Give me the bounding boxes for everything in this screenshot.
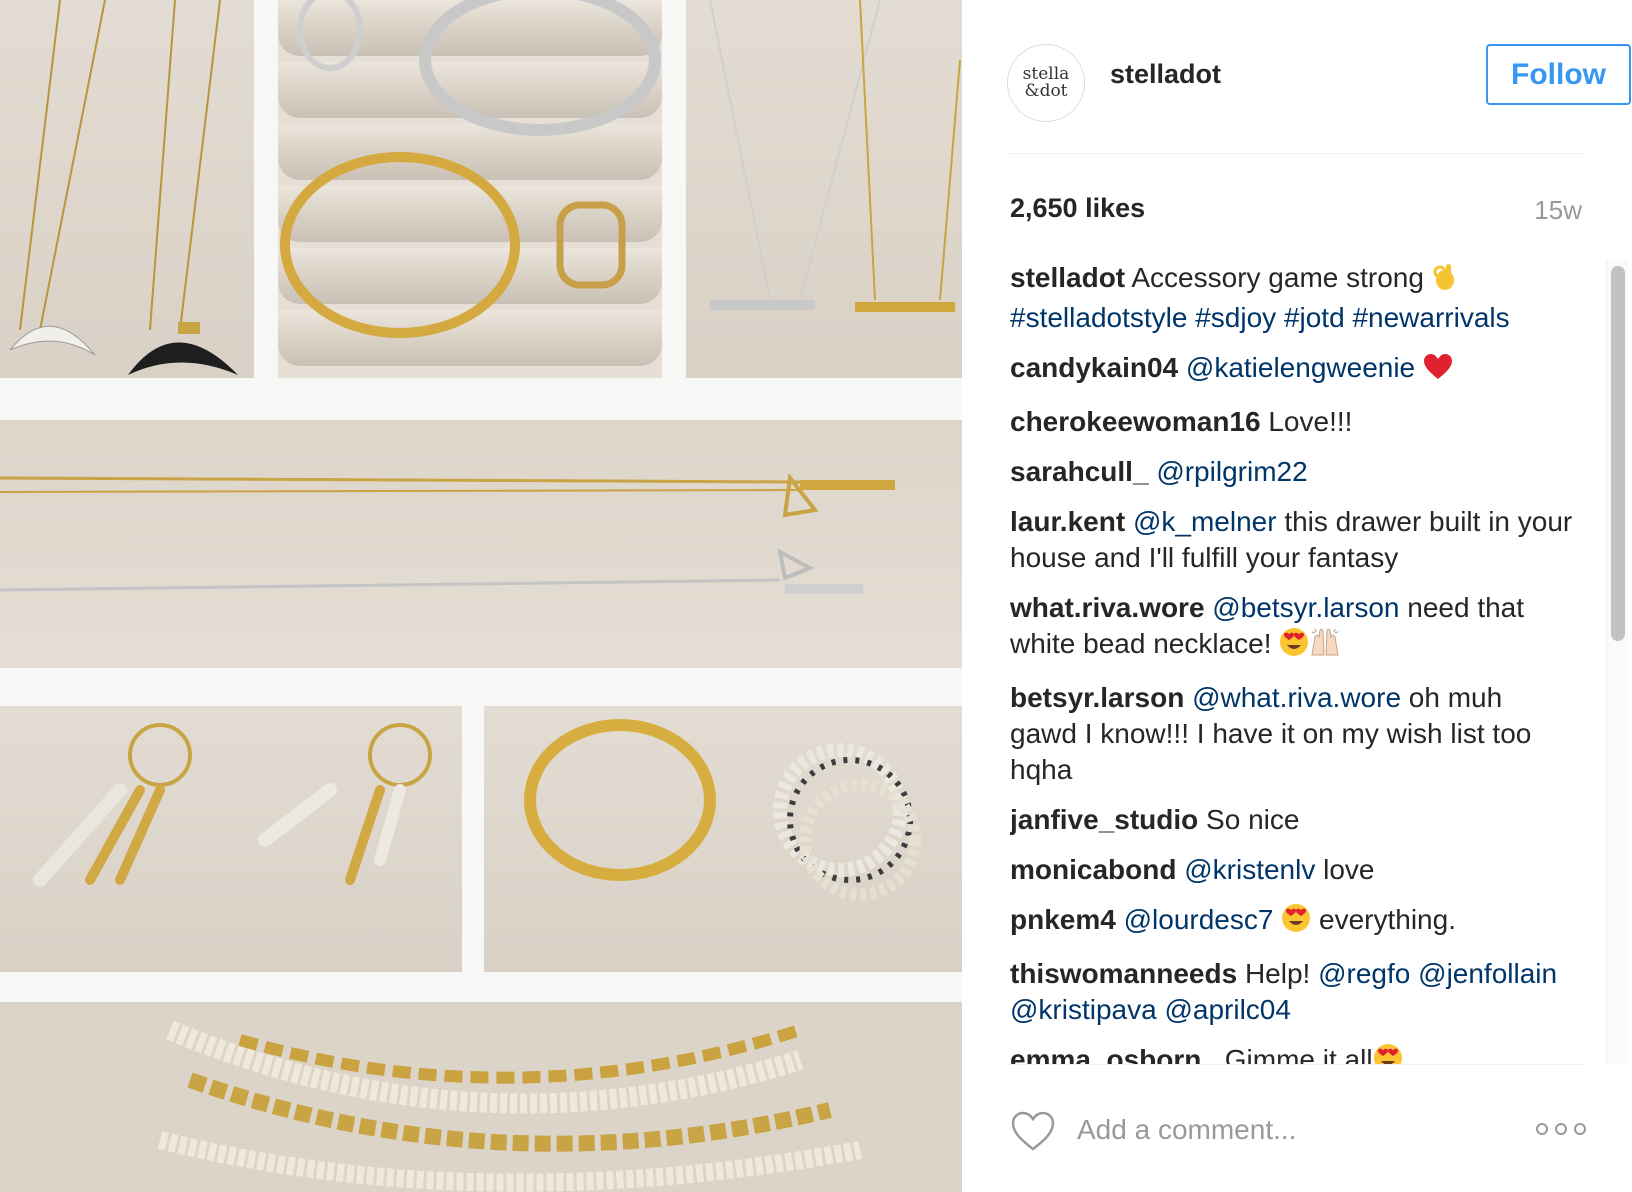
mention-link[interactable]: @lourdesc7 — [1124, 904, 1274, 935]
comment-item: betsyr.larson @what.riva.wore oh muh gaw… — [1010, 680, 1576, 788]
comment-item: what.riva.wore @betsyr.larson need that … — [1010, 590, 1576, 666]
post-age[interactable]: 15w — [1534, 195, 1582, 226]
post-photo[interactable] — [0, 0, 962, 1192]
comment-username[interactable]: emma_osborn_ — [1010, 1044, 1217, 1065]
comment-item: pnkem4 @lourdesc7 everything. — [1010, 902, 1576, 942]
comment-text: Accessory game strong — [1131, 262, 1432, 293]
hashtag-link[interactable]: #stelladotstyle — [1010, 302, 1187, 333]
comment-item: monicabond @kristenlv love — [1010, 852, 1576, 888]
mention-link[interactable]: @kristipava — [1010, 994, 1157, 1025]
comment-item: candykain04 @katielengweenie — [1010, 350, 1576, 390]
comment-text: So nice — [1206, 804, 1300, 835]
comment-text: Love!!! — [1268, 406, 1353, 437]
comment-text: Help! — [1244, 958, 1319, 989]
raised-hands-emoji — [1309, 627, 1341, 666]
comment-username[interactable]: janfive_studio — [1010, 804, 1198, 835]
comment-text — [1273, 904, 1281, 935]
comment-text: everything. — [1311, 904, 1456, 935]
mention-link[interactable]: @rpilgrim22 — [1156, 456, 1307, 487]
comment-username[interactable]: thiswomanneeds — [1010, 958, 1237, 989]
comment-text: love — [1315, 854, 1375, 885]
comment-item: laur.kent @k_melner this drawer built in… — [1010, 504, 1576, 576]
mention-link[interactable]: @aprilc04 — [1164, 994, 1290, 1025]
add-comment-input[interactable] — [1077, 1108, 1497, 1152]
comment-item: cherokeewoman16 Love!!! — [1010, 404, 1576, 440]
heart-eyes-emoji — [1279, 627, 1309, 666]
post-side-panel: stella &dot stelladot Follow 2,650 likes… — [962, 0, 1632, 1192]
comment-item: emma_osborn_ Gimme it all — [1010, 1042, 1576, 1065]
jewelry-illustration — [0, 0, 961, 1192]
hashtag-link[interactable]: #jotd — [1284, 302, 1345, 333]
mention-link[interactable]: @betsyr.larson — [1212, 592, 1399, 623]
mention-link[interactable]: @what.riva.wore — [1192, 682, 1401, 713]
comment-username[interactable]: stelladot — [1010, 262, 1125, 293]
comment-username[interactable]: pnkem4 — [1010, 904, 1116, 935]
mention-link[interactable]: @jenfollain — [1418, 958, 1557, 989]
mention-link[interactable]: @regfo — [1318, 958, 1410, 989]
comment-username[interactable]: candykain04 — [1010, 352, 1178, 383]
comment-item: stelladot Accessory game strong #stellad… — [1010, 260, 1576, 336]
comment-username[interactable]: betsyr.larson — [1010, 682, 1184, 713]
heart-eyes-emoji — [1281, 903, 1311, 942]
comment-list[interactable]: stelladot Accessory game strong #stellad… — [1010, 260, 1576, 1065]
header-username[interactable]: stelladot — [1067, 59, 1221, 90]
heart-outline-icon[interactable] — [1010, 1110, 1056, 1152]
comment-text: Gimme it all — [1224, 1044, 1373, 1065]
comment-item: janfive_studio So nice — [1010, 802, 1576, 838]
comment-item: thiswomanneeds Help! @regfo @jenfollain … — [1010, 956, 1576, 1028]
red-heart-emoji — [1423, 353, 1453, 390]
comment-text — [1410, 958, 1418, 989]
comment-item: sarahcull_ @rpilgrim22 — [1010, 454, 1576, 490]
mention-link[interactable]: @kristenlv — [1184, 854, 1315, 885]
avatar-logo-line2: &dot — [1024, 81, 1068, 101]
likes-count[interactable]: 2,650 likes — [1010, 193, 1145, 224]
hashtag-link[interactable]: #newarrivals — [1352, 302, 1509, 333]
ok-hand-emoji — [1432, 263, 1458, 300]
post-header: stella &dot stelladot Follow — [1007, 44, 1631, 122]
mention-link[interactable]: @k_melner — [1133, 506, 1277, 537]
more-options-icon[interactable] — [1534, 1118, 1588, 1140]
comment-username[interactable]: laur.kent — [1010, 506, 1125, 537]
hashtag-link[interactable]: #sdjoy — [1195, 302, 1276, 333]
comment-username[interactable]: what.riva.wore — [1010, 592, 1205, 623]
mention-link[interactable]: @katielengweenie — [1186, 352, 1415, 383]
comment-username[interactable]: cherokeewoman16 — [1010, 406, 1261, 437]
heart-eyes-emoji — [1373, 1043, 1403, 1065]
scrollbar-thumb[interactable] — [1611, 266, 1625, 641]
comment-text — [1276, 302, 1284, 333]
comment-username[interactable]: sarahcull_ — [1010, 456, 1149, 487]
footer-divider — [1010, 1064, 1586, 1065]
comments-scrollbar[interactable] — [1606, 260, 1628, 1065]
comment-text — [1415, 352, 1423, 383]
follow-button[interactable]: Follow — [1486, 44, 1631, 105]
comment-username[interactable]: monicabond — [1010, 854, 1176, 885]
header-divider — [1010, 153, 1586, 154]
